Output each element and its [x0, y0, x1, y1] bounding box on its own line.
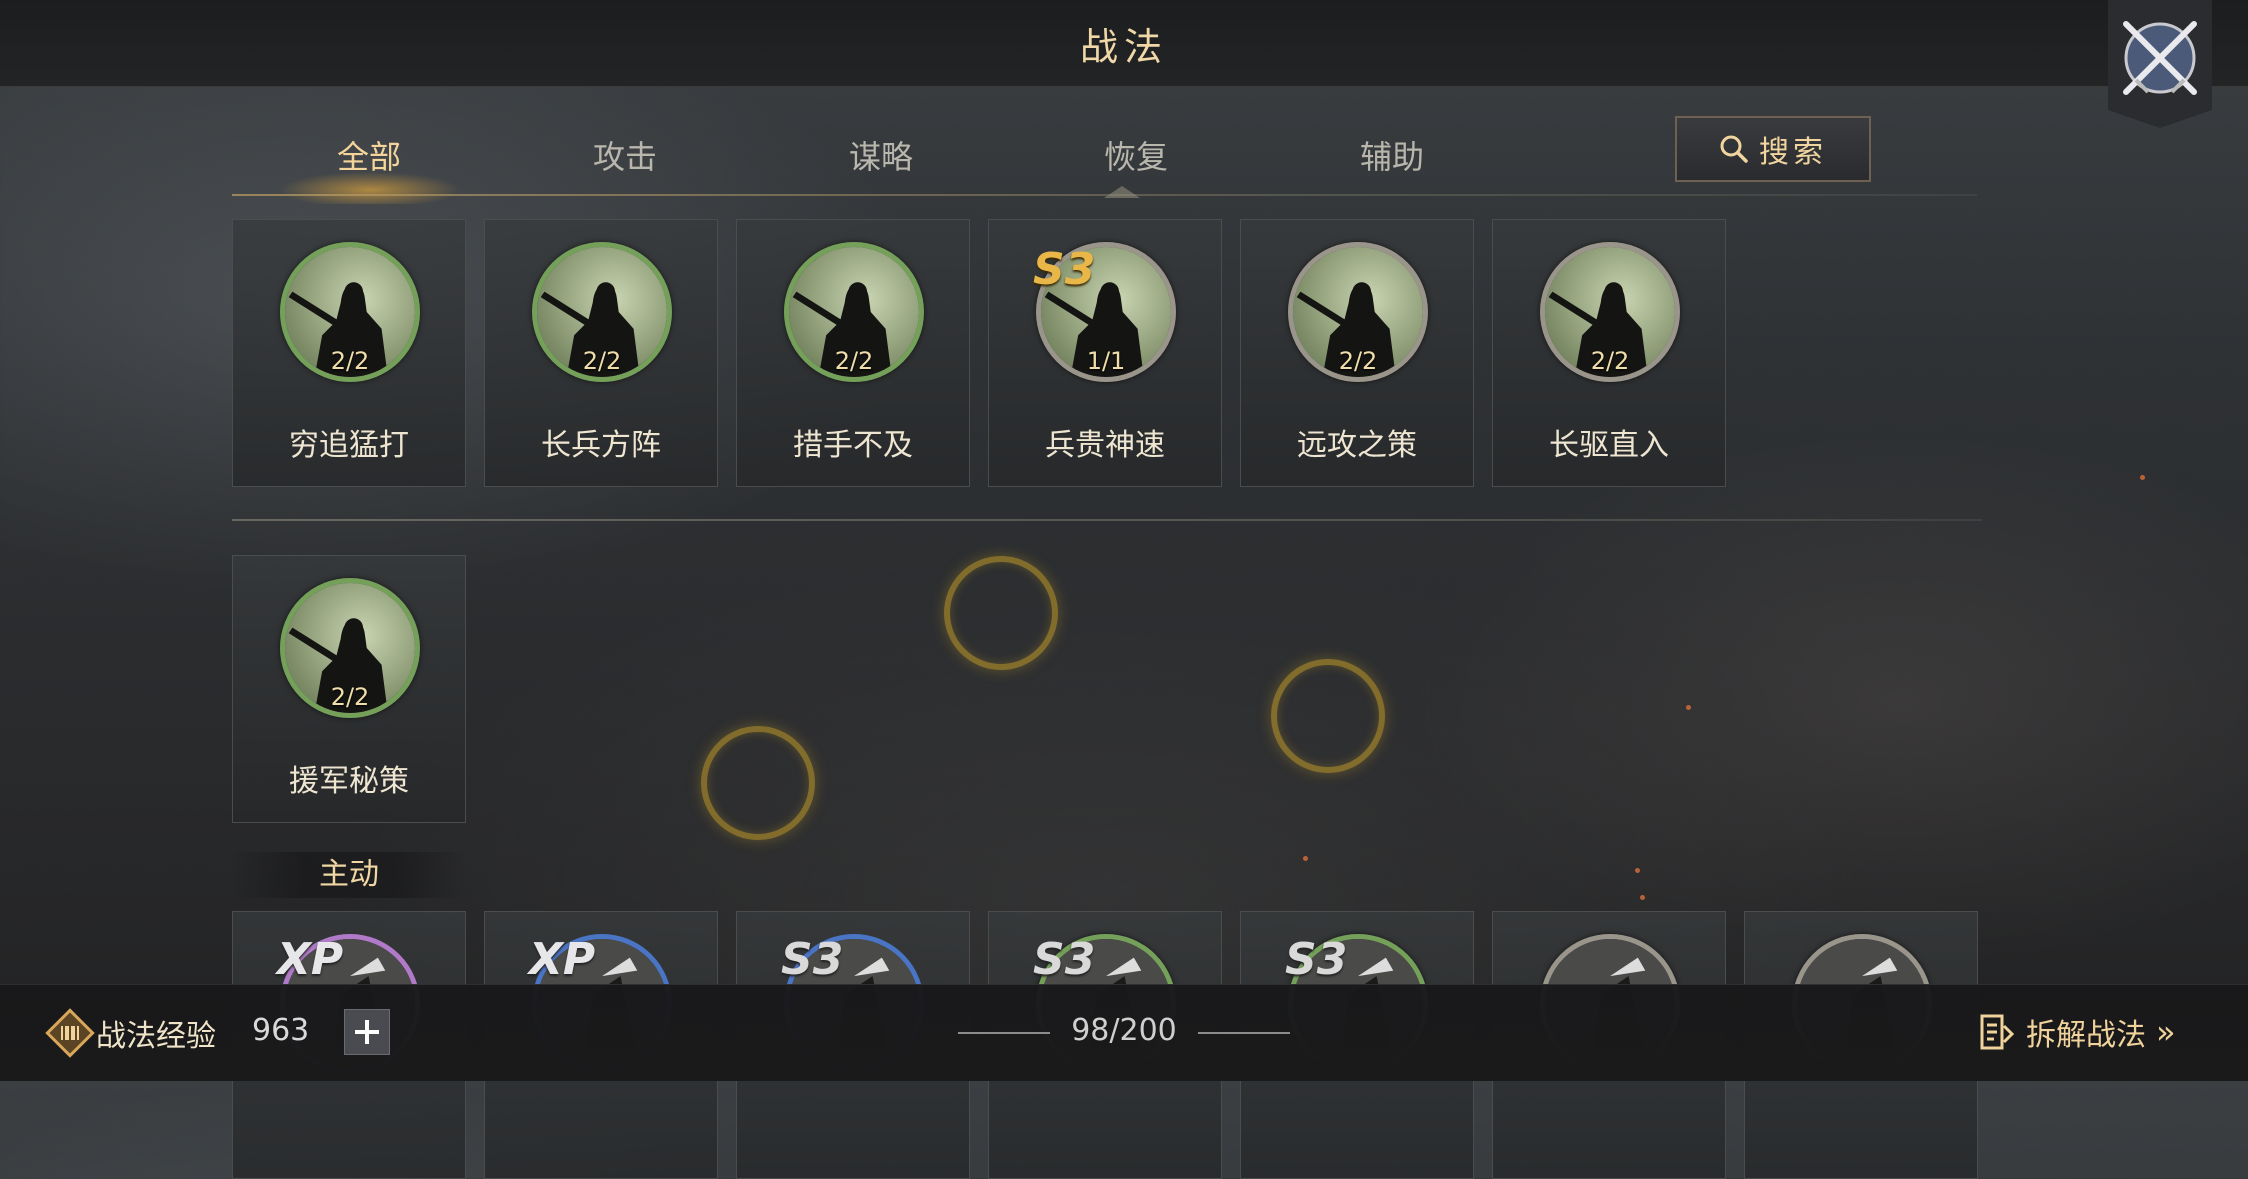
tactic-name: 远攻之策: [1297, 428, 1417, 463]
tactic-medal: 2/2: [280, 578, 420, 718]
section-label-active: 主动: [232, 852, 466, 898]
tactic-medal: 2/2: [1540, 242, 1680, 382]
tactic-card[interactable]: 1/1 S3 兵贵神速: [988, 219, 1222, 487]
tactic-card[interactable]: 2/2 穷追猛打: [232, 219, 466, 487]
tactic-name: 援军秘策: [289, 764, 409, 799]
disassemble-tactics-button[interactable]: 拆解战法 »: [1976, 1007, 2176, 1057]
search-icon: [1720, 135, 1748, 163]
tactic-count: 2/2: [834, 347, 874, 375]
tactic-card[interactable]: 2/2 长兵方阵: [484, 219, 718, 487]
ember-particle: [1640, 895, 1645, 900]
tactic-name: 措手不及: [793, 428, 913, 463]
xp-badge: XP: [529, 934, 596, 985]
ember-particle: [1635, 868, 1640, 873]
tab-strategy[interactable]: 谋略: [791, 132, 971, 178]
tactic-count: 2/2: [1338, 347, 1378, 375]
tactic-medal: 2/2: [280, 242, 420, 382]
tactic-count: 1/1: [1086, 347, 1126, 375]
tactic-card[interactable]: 2/2 长驱直入: [1492, 219, 1726, 487]
tactic-capacity: 98/200: [1071, 1013, 1177, 1048]
tactic-card[interactable]: 2/2 援军秘策: [232, 555, 466, 823]
tactic-name: 长兵方阵: [541, 428, 661, 463]
ambient-ring: [1271, 659, 1385, 773]
ambient-ring: [944, 556, 1058, 670]
category-tabs: 全部 攻击 谋略 恢复 辅助: [0, 86, 2248, 204]
season-badge: S3: [1033, 244, 1096, 295]
season-badge: S3: [781, 934, 844, 985]
capacity-line-right: [1198, 1032, 1290, 1034]
page-title: 战法: [1079, 25, 1168, 69]
disassemble-label: 拆解战法: [2026, 1018, 2146, 1053]
top-bar: 战法: [0, 0, 2248, 87]
season-badge: S3: [1033, 934, 1096, 985]
ambient-ring: [701, 726, 815, 840]
tactic-name: 长驱直入: [1549, 428, 1669, 463]
season-badge: S3: [1285, 934, 1348, 985]
tab-support[interactable]: 辅助: [1302, 132, 1482, 178]
tactic-count: 2/2: [330, 347, 370, 375]
ember-particle: [1686, 705, 1691, 710]
tactic-medal: 2/2: [1288, 242, 1428, 382]
document-list-icon: [1980, 1014, 2015, 1050]
tactic-card[interactable]: 2/2 措手不及: [736, 219, 970, 487]
tactic-medal: 2/2: [784, 242, 924, 382]
tactic-medal: 2/2: [532, 242, 672, 382]
tactic-name: 兵贵神速: [1045, 428, 1165, 463]
bottom-bar: 战法经验 963 98/200 拆解战法 »: [0, 984, 2248, 1081]
tab-recovery[interactable]: 恢复: [1046, 132, 1226, 178]
tab-attack[interactable]: 攻击: [535, 132, 715, 178]
search-button[interactable]: 搜索: [1675, 116, 1871, 182]
tab-all[interactable]: 全部: [279, 132, 459, 178]
xp-badge: XP: [277, 934, 344, 985]
section-divider: [232, 519, 1982, 521]
tactic-count: 2/2: [1590, 347, 1630, 375]
double-chevron-right-icon: »: [2156, 1013, 2176, 1051]
search-label: 搜索: [1759, 135, 1827, 170]
tactic-count: 2/2: [582, 347, 622, 375]
collapse-caret-icon[interactable]: [1104, 186, 1140, 198]
tactic-name: 穷追猛打: [289, 428, 409, 463]
tactic-card[interactable]: 2/2 远攻之策: [1240, 219, 1474, 487]
tactic-count: 2/2: [330, 683, 370, 711]
ember-particle: [1303, 856, 1308, 861]
ember-particle: [2140, 475, 2145, 480]
